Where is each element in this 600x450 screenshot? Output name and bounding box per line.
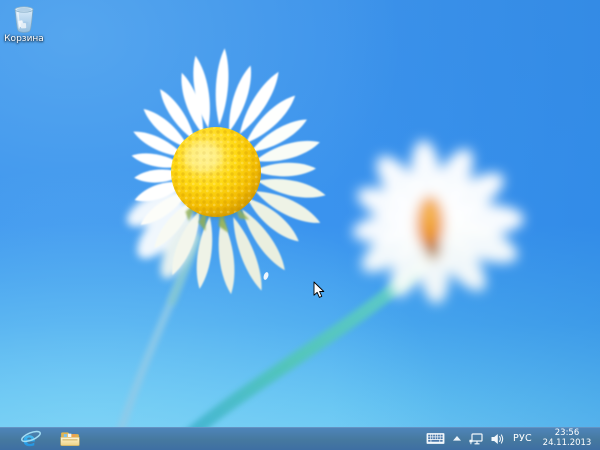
file-explorer-button[interactable] <box>58 427 82 450</box>
internet-explorer-button[interactable]: e <box>19 427 43 450</box>
arrow-cursor-icon <box>313 281 325 298</box>
taskbar[interactable]: e РУС 23:56 24.11.2013 <box>0 427 600 450</box>
recycle-bin-label: Корзина <box>4 34 44 44</box>
language-indicator-label: РУС <box>512 433 532 444</box>
wallpaper-daisy <box>0 0 600 450</box>
chevron-up-icon <box>452 436 461 441</box>
desktop[interactable]: Корзина e РУС 23:56 24.11.2013 <box>0 0 600 450</box>
network-status-icon <box>469 432 483 444</box>
internet-explorer-icon: e <box>21 429 41 449</box>
volume-button[interactable] <box>491 427 504 450</box>
tray-clock[interactable]: 23:56 24.11.2013 <box>541 428 593 448</box>
touch-keyboard-button[interactable] <box>426 427 445 450</box>
file-explorer-icon <box>60 431 80 446</box>
recycle-bin-shortcut[interactable]: Корзина <box>1 6 47 44</box>
recycle-bin-icon <box>14 6 34 33</box>
clock-date: 24.11.2013 <box>542 437 592 448</box>
system-tray: РУС 23:56 24.11.2013 <box>426 427 600 450</box>
touch-keyboard-icon <box>426 433 445 444</box>
network-button[interactable] <box>469 427 483 450</box>
taskbar-pinned-apps: e <box>0 427 82 450</box>
speaker-icon <box>491 433 504 444</box>
main-daisy-center <box>171 127 261 217</box>
language-indicator[interactable]: РУС <box>512 427 533 450</box>
show-hidden-icons-button[interactable] <box>452 427 461 450</box>
